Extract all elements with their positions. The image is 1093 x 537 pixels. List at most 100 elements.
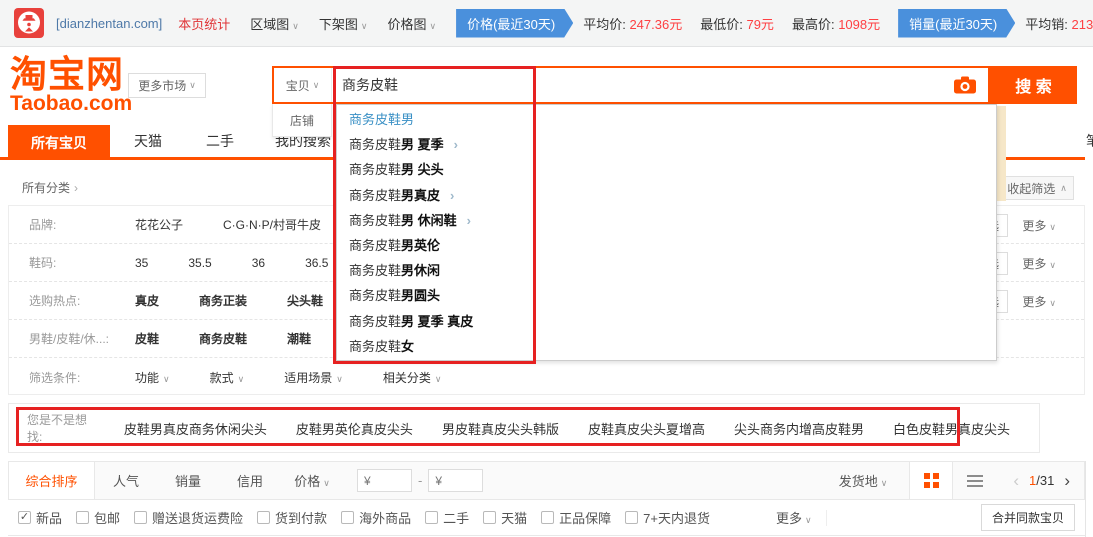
price-max-input[interactable]: [428, 469, 483, 492]
camera-search-icon[interactable]: [954, 76, 976, 94]
next-page-icon[interactable]: ›: [1064, 471, 1070, 491]
filter-dropdown[interactable]: 适用场景∨: [284, 369, 343, 386]
suggestion-item[interactable]: 商务皮鞋男: [337, 107, 996, 132]
search-box: 宝贝∨: [272, 66, 990, 104]
filter-value[interactable]: 尖头鞋: [287, 292, 323, 309]
price-range-dash: -: [418, 473, 422, 488]
checkbox-overseas[interactable]: 海外商品: [341, 508, 411, 527]
checkbox-cod[interactable]: 货到付款: [257, 508, 327, 527]
avg-sales: 平均销: 213人: [1025, 14, 1093, 33]
sales-30d-badge: 销量(最近30天): [898, 9, 1015, 38]
search-input[interactable]: [332, 68, 954, 102]
sort-default-tab[interactable]: 综合排序: [9, 462, 95, 499]
checkbox-free-shipping[interactable]: 包邮: [76, 508, 120, 527]
tab-all-items[interactable]: 所有宝贝: [8, 125, 110, 160]
logo-cn: 淘宝网: [10, 56, 132, 94]
checkbox-new[interactable]: ✓新品: [18, 508, 62, 527]
filter-value[interactable]: 潮鞋: [287, 330, 311, 347]
total-pages: /31: [1036, 473, 1054, 488]
pagination: ‹ 1 /31 ›: [1013, 471, 1070, 491]
filter-dropdown[interactable]: 相关分类∨: [383, 369, 442, 386]
more-filters-link[interactable]: 更多∨: [776, 508, 812, 527]
related-link[interactable]: 皮鞋男真皮商务休闲尖头: [124, 419, 267, 438]
all-categories-link[interactable]: 所有分类›: [22, 179, 78, 196]
sort-price-tab[interactable]: 价格∨: [281, 471, 343, 490]
avg-price-value: 247.36元: [629, 17, 682, 32]
filter-dropdown[interactable]: 功能∨: [135, 369, 170, 386]
caret-down-icon: ∨: [163, 374, 170, 384]
tab-secondhand[interactable]: 二手: [200, 125, 240, 157]
max-price: 最高价: 1098元: [792, 14, 880, 33]
suggestion-item[interactable]: 商务皮鞋男休闲: [337, 258, 996, 283]
site-link[interactable]: [dianzhentan.com]: [56, 16, 162, 31]
region-chart-menu[interactable]: 区域图∨: [250, 14, 299, 33]
grid-view-button[interactable]: [909, 462, 953, 499]
caret-down-icon: ∨: [805, 515, 812, 525]
suggestion-item[interactable]: 商务皮鞋男 尖头: [337, 157, 996, 182]
caret-down-icon: ∨: [361, 21, 368, 31]
merge-same-items-button[interactable]: 合并同款宝贝: [981, 504, 1075, 531]
checkbox-icon: ✓: [18, 511, 31, 524]
checkbox-icon: [134, 511, 147, 524]
checkbox-return-insurance[interactable]: 赠送退货运费险: [134, 508, 243, 527]
filter-row-conditions: 筛选条件: 功能∨ 款式∨ 适用场景∨ 相关分类∨: [9, 358, 1084, 396]
filter-value[interactable]: 35.5: [188, 256, 211, 270]
collapse-filters-button[interactable]: 收起筛选∧: [1000, 176, 1074, 200]
filter-value[interactable]: C·G·N·P/村哥牛皮: [223, 216, 321, 233]
current-page: 1: [1029, 473, 1036, 488]
prev-page-icon[interactable]: ‹: [1013, 471, 1019, 491]
filter-value[interactable]: 皮鞋: [135, 330, 159, 347]
related-link[interactable]: 白色皮鞋男真皮尖头: [893, 419, 1010, 438]
related-link[interactable]: 男皮鞋真皮尖头韩版: [442, 419, 559, 438]
list-view-button[interactable]: [953, 462, 997, 499]
search-button[interactable]: 搜 索: [990, 66, 1077, 104]
related-link[interactable]: 皮鞋男英伦真皮尖头: [296, 419, 413, 438]
filter-value[interactable]: 商务正装: [199, 292, 247, 309]
page-stats-link[interactable]: 本页统计: [178, 14, 230, 33]
sort-credit-tab[interactable]: 信用: [219, 471, 281, 490]
more-markets-dropdown[interactable]: 更多市场∨: [128, 73, 206, 98]
filter-dropdown[interactable]: 款式∨: [210, 369, 245, 386]
suggestion-item[interactable]: 商务皮鞋女: [337, 334, 996, 359]
caret-down-icon: ∨: [313, 80, 320, 91]
filter-value[interactable]: 36.5: [305, 256, 328, 270]
ship-from-dropdown[interactable]: 发货地∨: [839, 471, 888, 490]
checkbox-icon: [541, 511, 554, 524]
logo-en: Taobao.com: [10, 94, 132, 114]
search-suggestions-dropdown: 商务皮鞋男 商务皮鞋男 夏季› 商务皮鞋男 尖头 商务皮鞋男真皮› 商务皮鞋男 …: [336, 104, 997, 361]
more-link[interactable]: 更多∨: [1022, 217, 1056, 234]
suggestion-item[interactable]: 商务皮鞋男 夏季 真皮: [337, 309, 996, 334]
sort-sales-tab[interactable]: 销量: [157, 471, 219, 490]
arrow-right-icon: ›: [467, 213, 471, 228]
checkbox-tmall[interactable]: 天猫: [483, 508, 527, 527]
related-label: 您是不是想找:: [27, 411, 102, 445]
checkbox-authentic[interactable]: 正品保障: [541, 508, 611, 527]
filter-value[interactable]: 花花公子: [135, 216, 183, 233]
checkbox-secondhand[interactable]: 二手: [425, 508, 469, 527]
suggestion-item[interactable]: 商务皮鞋男 夏季›: [337, 132, 996, 157]
price-min-input[interactable]: [357, 469, 412, 492]
suggestion-item[interactable]: 商务皮鞋男 休闲鞋›: [337, 208, 996, 233]
filter-value[interactable]: 36: [252, 256, 265, 270]
filter-label: 选购热点:: [29, 292, 135, 309]
more-link[interactable]: 更多∨: [1022, 255, 1056, 272]
suggestion-item[interactable]: 商务皮鞋男真皮›: [337, 183, 996, 208]
filter-value[interactable]: 35: [135, 256, 148, 270]
filter-value[interactable]: 商务皮鞋: [199, 330, 247, 347]
search-type-select[interactable]: 宝贝∨: [274, 68, 332, 102]
related-link[interactable]: 皮鞋真皮尖头夏增高: [588, 419, 705, 438]
filter-value[interactable]: 真皮: [135, 292, 159, 309]
related-link[interactable]: 尖头商务内增高皮鞋男: [734, 419, 864, 438]
price-chart-menu[interactable]: 价格图∨: [387, 14, 436, 33]
page: [dianzhentan.com] 本页统计 区域图∨ 下架图∨ 价格图∨ 价格…: [0, 0, 1093, 537]
delist-chart-menu[interactable]: 下架图∨: [319, 14, 368, 33]
taobao-logo[interactable]: 淘宝网 Taobao.com: [10, 56, 132, 114]
search-type-option-shop[interactable]: 店铺: [272, 104, 332, 137]
caret-down-icon: ∨: [1049, 222, 1056, 232]
suggestion-item[interactable]: 商务皮鞋男圆头: [337, 283, 996, 308]
checkbox-7day-return[interactable]: 7+天内退货: [625, 508, 710, 527]
suggestion-item[interactable]: 商务皮鞋男英伦: [337, 233, 996, 258]
more-link[interactable]: 更多∨: [1022, 293, 1056, 310]
tab-tmall[interactable]: 天猫: [128, 125, 168, 157]
sort-popularity-tab[interactable]: 人气: [95, 471, 157, 490]
